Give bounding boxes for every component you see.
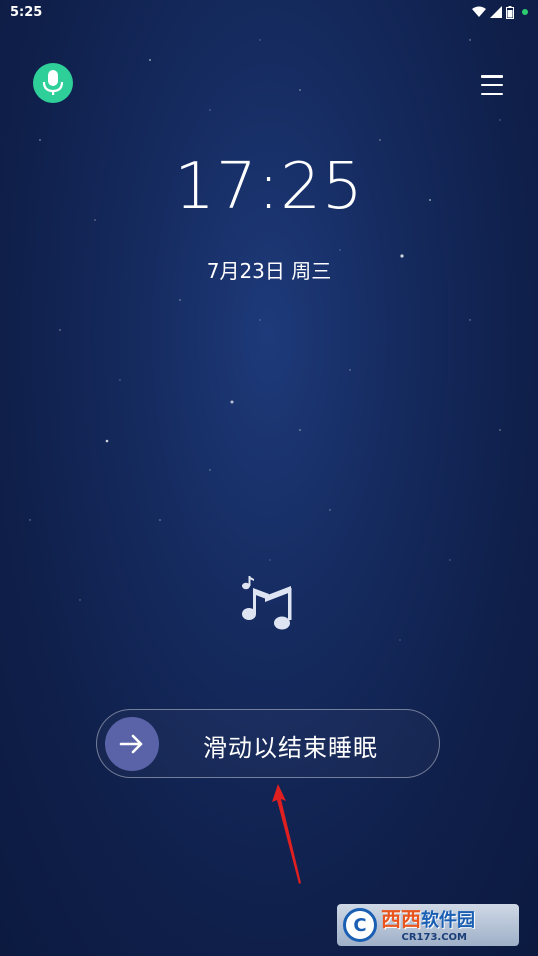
battery-icon [506, 5, 514, 19]
hamburger-menu-icon[interactable] [476, 71, 508, 99]
slider-label: 滑动以结束睡眠 [203, 734, 378, 762]
watermark-domain: CR173.COM [401, 931, 467, 943]
status-icons [472, 5, 528, 19]
status-time: 5:25 [10, 4, 43, 20]
menu-line [481, 75, 503, 78]
watermark-suffix: 软件园 [421, 909, 475, 931]
notification-dot [522, 9, 528, 15]
signal-icon [490, 6, 502, 18]
watermark-text: 西西软件园 CR173.COM [381, 908, 475, 943]
watermark-main: 西西 [381, 906, 421, 931]
microphone-button[interactable] [33, 63, 73, 103]
menu-line [481, 83, 503, 87]
menu-line [481, 92, 503, 95]
microphone-icon [42, 70, 64, 95]
music-button[interactable] [238, 576, 300, 638]
sleep-screen: 5:25 17:25 7月23日 周三 滑动以结束睡眠 C 西西软件园 CR17… [0, 0, 538, 956]
wifi-icon [472, 6, 486, 17]
annotation-arrow [272, 784, 301, 884]
status-bar: 5:25 [0, 0, 538, 24]
slide-to-end-sleep[interactable]: 滑动以结束睡眠 [96, 709, 440, 778]
arrow-right-icon [119, 734, 143, 754]
music-note-icon [242, 576, 292, 630]
clock-time: 17:25 [174, 150, 364, 224]
clock-date: 7月23日 周三 [206, 259, 332, 283]
watermark-logo: C 西西软件园 CR173.COM [337, 904, 519, 946]
watermark-logo-mark: C [343, 908, 377, 942]
slider-knob[interactable] [105, 717, 159, 771]
